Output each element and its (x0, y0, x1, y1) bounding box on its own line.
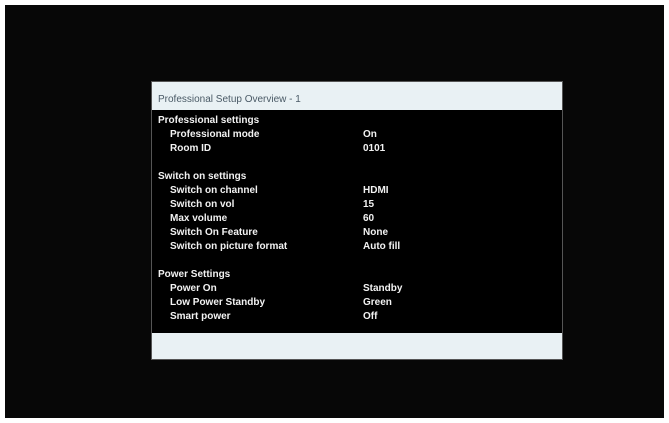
setting-row-max-volume[interactable]: Max volume 60 (152, 212, 562, 226)
setting-row-professional-mode[interactable]: Professional mode On (152, 128, 562, 142)
setting-value: 0101 (363, 143, 386, 154)
setting-label: Switch on vol (170, 199, 235, 210)
setting-value: Off (363, 311, 378, 322)
setting-value: Standby (363, 283, 403, 294)
panel-title: Professional Setup Overview - 1 (152, 82, 562, 110)
setting-label: Switch on picture format (170, 241, 288, 252)
section-header-power-settings: Power Settings (152, 268, 562, 282)
setting-value: On (363, 129, 377, 140)
setting-row-switch-on-channel[interactable]: Switch on channel HDMI (152, 184, 562, 198)
section-header-switch-on-settings: Switch on settings (152, 170, 562, 184)
setting-row-smart-power[interactable]: Smart power Off (152, 310, 562, 324)
setting-label: Smart power (170, 311, 231, 322)
section-title: Professional settings (158, 115, 260, 126)
setting-row-room-id[interactable]: Room ID 0101 (152, 142, 562, 156)
setting-row-switch-on-picture-format[interactable]: Switch on picture format Auto fill (152, 240, 562, 254)
section-title: Power Settings (158, 269, 231, 280)
setting-label: Professional mode (170, 129, 260, 140)
setting-label: Switch On Feature (170, 227, 258, 238)
setting-value: Auto fill (363, 241, 401, 252)
setting-label: Low Power Standby (170, 297, 266, 308)
setting-row-switch-on-vol[interactable]: Switch on vol 15 (152, 198, 562, 212)
setting-value: None (363, 227, 388, 238)
setting-row-switch-on-feature[interactable]: Switch On Feature None (152, 226, 562, 240)
setup-overview-panel: Professional Setup Overview - 1 Professi… (151, 81, 563, 360)
setting-label: Max volume (170, 213, 228, 224)
setting-value: Green (363, 297, 392, 308)
setting-label: Switch on channel (170, 185, 258, 196)
setting-label: Power On (170, 283, 217, 294)
setting-row-low-power-standby[interactable]: Low Power Standby Green (152, 296, 562, 310)
setting-label: Room ID (170, 143, 212, 154)
setting-row-power-on[interactable]: Power On Standby (152, 282, 562, 296)
panel-footer-bar (152, 333, 562, 359)
tv-screen: Professional Setup Overview - 1 Professi… (5, 5, 664, 418)
section-header-professional-settings: Professional settings (152, 114, 562, 128)
setting-value: 60 (363, 213, 375, 224)
setting-value: 15 (363, 199, 375, 210)
setting-value: HDMI (363, 185, 389, 196)
section-title: Switch on settings (158, 171, 247, 182)
